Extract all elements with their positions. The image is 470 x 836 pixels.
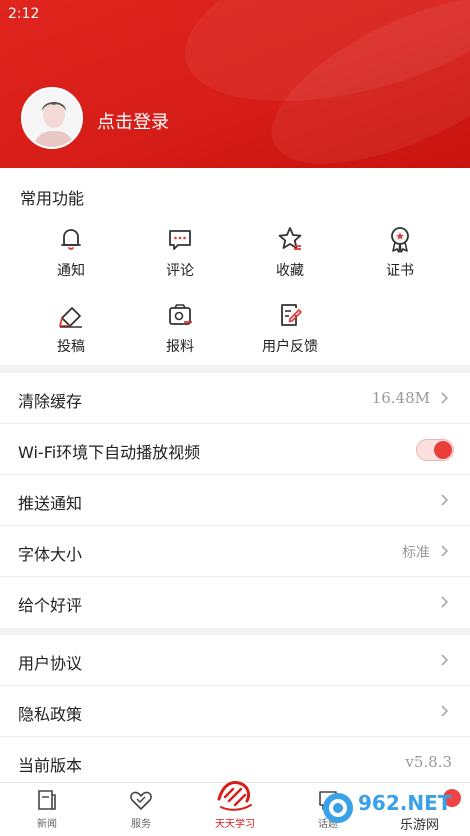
function-label: 报料 bbox=[166, 339, 194, 355]
study-logo-icon bbox=[217, 781, 252, 811]
row-label: 隐私政策 bbox=[18, 705, 83, 724]
wifi-autoplay-toggle[interactable] bbox=[416, 439, 454, 461]
function-certificate[interactable]: 证书 bbox=[355, 224, 445, 280]
clear-cache-row[interactable]: 清除缓存 16.48M bbox=[0, 373, 470, 424]
login-link[interactable]: 点击登录 bbox=[97, 108, 169, 134]
chevron-right-icon bbox=[441, 596, 449, 608]
font-size-value: 标准 bbox=[402, 545, 430, 561]
chevron-right-icon bbox=[441, 705, 449, 717]
function-report[interactable]: 报料 bbox=[135, 300, 225, 356]
function-label: 收藏 bbox=[276, 263, 304, 279]
section-title: 常用功能 bbox=[20, 189, 85, 208]
camera-icon bbox=[169, 304, 192, 325]
row-label: Wi-Fi环境下自动播放视频 bbox=[18, 443, 201, 462]
function-label: 证书 bbox=[386, 263, 414, 279]
function-label: 通知 bbox=[57, 263, 85, 279]
row-label: 当前版本 bbox=[18, 756, 83, 775]
chevron-right-icon bbox=[441, 654, 449, 666]
row-label: 用户协议 bbox=[18, 654, 83, 673]
row-label: 给个好评 bbox=[18, 596, 83, 615]
function-submit[interactable]: 投稿 bbox=[26, 300, 116, 356]
avatar-icon bbox=[23, 89, 81, 147]
avatar[interactable] bbox=[21, 87, 83, 149]
feedback-icon bbox=[281, 304, 302, 326]
comment-icon bbox=[169, 230, 191, 250]
star-icon bbox=[278, 227, 302, 250]
rate-app-row[interactable]: 给个好评 bbox=[0, 577, 470, 628]
watermark-subtext: 乐游网 bbox=[400, 818, 439, 832]
wifi-autoplay-row: Wi-Fi环境下自动播放视频 bbox=[0, 424, 470, 475]
privacy-policy-row[interactable]: 隐私政策 bbox=[0, 686, 470, 737]
version-value: v5.8.3 bbox=[405, 753, 452, 771]
nav-service[interactable]: 服务 bbox=[111, 787, 171, 830]
nav-label: 新闻 bbox=[37, 819, 57, 830]
status-time: 2:12 bbox=[8, 6, 40, 22]
toggle-knob bbox=[434, 441, 452, 459]
user-agreement-row[interactable]: 用户协议 bbox=[0, 635, 470, 686]
font-size-row[interactable]: 字体大小 标准 bbox=[0, 526, 470, 577]
function-notification[interactable]: 通知 bbox=[26, 224, 116, 280]
function-label: 投稿 bbox=[57, 339, 85, 355]
nav-news[interactable]: 新闻 bbox=[17, 787, 77, 830]
function-favorite[interactable]: 收藏 bbox=[245, 224, 335, 280]
row-label: 清除缓存 bbox=[18, 392, 83, 411]
nav-label: 服务 bbox=[131, 819, 151, 830]
cache-size: 16.48M bbox=[371, 389, 430, 407]
chevron-right-icon bbox=[441, 545, 449, 557]
profile-header: 2:12 点击登录 bbox=[0, 0, 470, 168]
nav-daily-study[interactable]: 天天学习 bbox=[205, 775, 265, 830]
news-icon bbox=[38, 790, 56, 810]
certificate-icon bbox=[391, 227, 409, 253]
settings-group: 清除缓存 16.48M Wi-Fi环境下自动播放视频 推送通知 字体大小 标准 … bbox=[0, 373, 470, 628]
about-group: 用户协议 隐私政策 当前版本 v5.8.3 bbox=[0, 635, 470, 788]
function-feedback[interactable]: 用户反馈 bbox=[245, 300, 335, 356]
heart-icon bbox=[130, 791, 152, 810]
function-comment[interactable]: 评论 bbox=[135, 224, 225, 280]
watermark-logo: 962.NET 乐游网 bbox=[323, 789, 461, 832]
chevron-right-icon bbox=[441, 494, 449, 506]
nav-label: 天天学习 bbox=[215, 819, 255, 830]
bell-icon bbox=[61, 229, 81, 250]
common-functions-card: 常用功能 通知 评论 收藏 证书 投稿 报料 用户反馈 bbox=[0, 168, 470, 365]
row-label: 推送通知 bbox=[18, 494, 83, 513]
chevron-right-icon bbox=[441, 392, 449, 404]
pencil-icon bbox=[59, 307, 82, 328]
function-label: 用户反馈 bbox=[262, 339, 318, 355]
function-label: 评论 bbox=[166, 263, 194, 279]
row-label: 字体大小 bbox=[18, 545, 83, 564]
push-notification-row[interactable]: 推送通知 bbox=[0, 475, 470, 526]
watermark-text: 962.NET bbox=[358, 791, 452, 815]
